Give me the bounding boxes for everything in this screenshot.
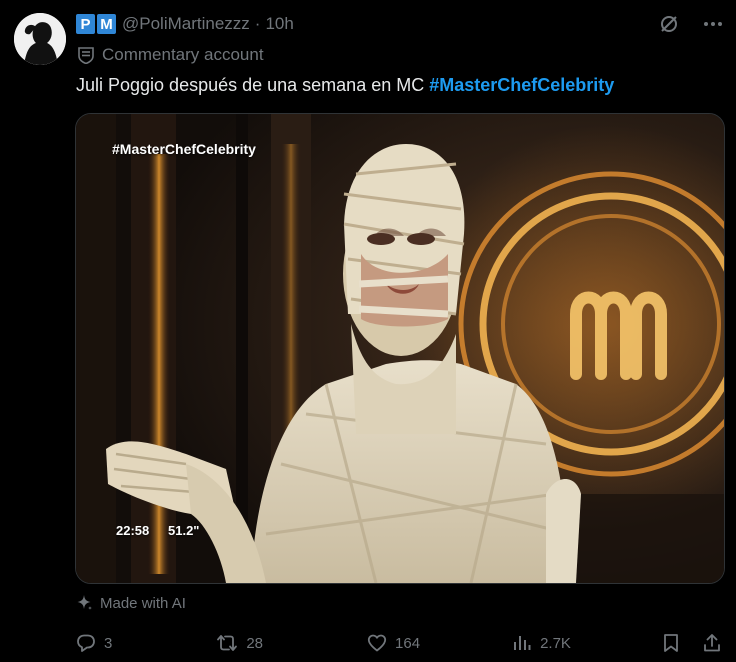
reply-button[interactable]: 3 — [76, 633, 112, 653]
action-bar: 3 28 164 2.7K — [76, 629, 722, 657]
more-icon[interactable] — [702, 13, 724, 35]
pm-badge[interactable]: P M — [76, 14, 116, 34]
media-overlay-tag: #MasterChefCelebrity — [112, 141, 256, 157]
post-media[interactable]: #MasterChefCelebrity 22:58 51.2" — [75, 113, 725, 584]
post-time[interactable]: 10h — [265, 14, 293, 34]
like-icon — [367, 634, 387, 652]
bookmark-icon — [664, 634, 678, 652]
account-label-row: Commentary account — [78, 44, 264, 66]
views-button[interactable]: 2.7K — [512, 633, 571, 653]
reply-count: 3 — [104, 634, 113, 652]
hashtag-link[interactable]: #MasterChefCelebrity — [429, 75, 614, 95]
ai-label: Made with AI — [100, 594, 186, 612]
repost-button[interactable]: 28 — [216, 633, 263, 653]
repost-icon — [217, 635, 238, 651]
badge-letter-m: M — [97, 14, 116, 34]
post-text: Juli Poggio después de una semana en MC … — [76, 75, 614, 96]
ai-label-row: Made with AI — [76, 594, 186, 612]
views-icon — [514, 636, 531, 650]
sparkle-icon — [77, 595, 92, 610]
like-button[interactable]: 164 — [367, 633, 420, 653]
views-count: 2.7K — [540, 634, 571, 652]
avatar[interactable] — [14, 13, 66, 65]
user-handle[interactable]: @PoliMartinezzz — [122, 14, 250, 34]
commentary-icon — [78, 47, 94, 64]
media-image — [76, 114, 724, 583]
grok-icon[interactable] — [658, 13, 680, 35]
reply-icon — [77, 634, 95, 652]
bookmark-button[interactable] — [662, 633, 680, 653]
account-label: Commentary account — [102, 45, 264, 64]
like-count: 164 — [395, 634, 421, 652]
media-timer-right: 51.2" — [168, 523, 200, 538]
media-timer-left: 22:58 — [116, 523, 150, 538]
post-text-body: Juli Poggio después de una semana en MC — [76, 75, 430, 95]
badge-letter-p: P — [76, 14, 95, 34]
repost-count: 28 — [246, 634, 264, 652]
share-button[interactable] — [702, 633, 722, 653]
share-icon — [704, 634, 720, 652]
separator-dot: · — [254, 14, 261, 33]
post-header: P M @PoliMartinezzz · 10h — [76, 12, 724, 36]
